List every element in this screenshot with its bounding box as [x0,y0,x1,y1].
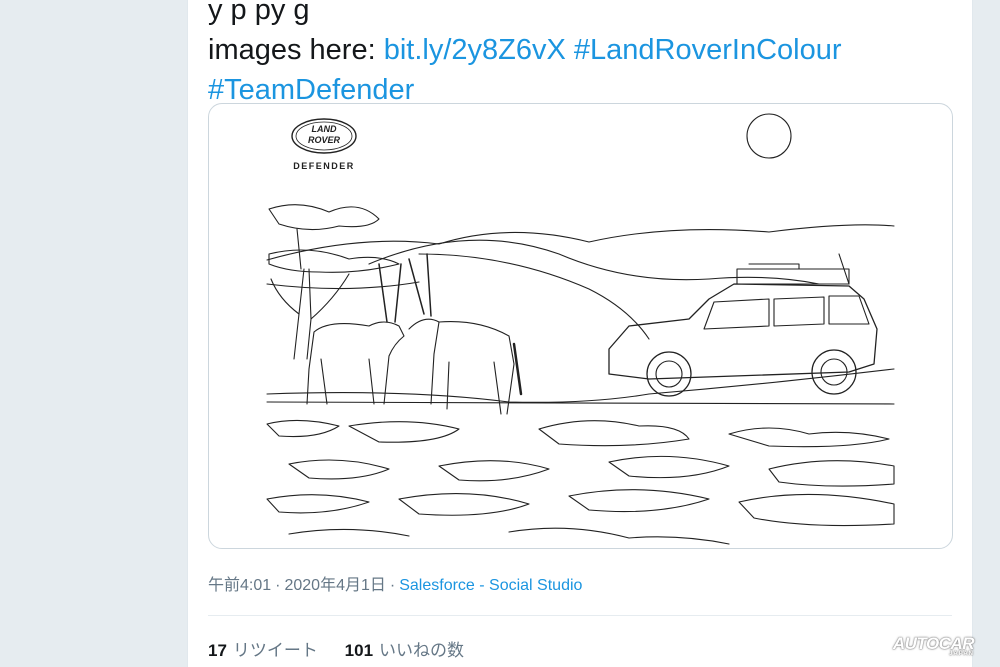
tweet-time[interactable]: 午前4:01 [208,577,271,594]
tweet-text: y p py g images here: bit.ly/2y8Z6vX #La… [208,0,948,110]
coloring-page-illustration: LAND ROVER DEFENDER [266,113,895,545]
tweet-card: y p py g images here: bit.ly/2y8Z6vX #La… [187,0,973,667]
logo-text-top: LAND [312,124,337,134]
likes-label: いいねの数 [379,641,465,660]
retweets-count: 17 [208,641,227,660]
tweet-stats: 17 リツイート 101 いいねの数 [208,636,486,661]
autocar-watermark: AUTOCAR JAPAN [893,634,975,657]
rock-patches [266,419,895,545]
tweet-text-line-cut: y p py g [208,0,310,26]
likes-stat[interactable]: 101 いいねの数 [345,636,464,661]
oryx-right [408,253,523,415]
tweet-text-line-2: images here: bit.ly/2y8Z6vX #LandRoverIn… [208,30,948,70]
tweet-media-image[interactable]: LAND ROVER DEFENDER [208,103,953,549]
meta-separator-2: · [389,577,396,594]
meta-separator-1: · [275,577,281,594]
tweet-date[interactable]: 2020年4月1日 [284,577,385,594]
logo-text-bottom: ROVER [308,135,341,145]
oryx-left [306,263,405,405]
hashtag-teamdefender[interactable]: #TeamDefender [208,74,414,106]
tweet-link[interactable]: bit.ly/2y8Z6vX [384,34,566,66]
tweet-meta: 午前4:01 · 2020年4月1日 · Salesforce - Social Stu… [208,571,582,595]
defender-wordmark: DEFENDER [293,161,355,171]
divider [208,615,952,616]
acacia-tree [268,204,400,360]
hashtag-landroverincolour[interactable]: #LandRoverInColour [574,34,842,66]
hills-far [266,224,895,261]
sun-outline [746,113,792,159]
retweets-label: リツイート [232,641,318,660]
land-rover-defender-drawing [608,253,878,397]
tweet-source[interactable]: Salesforce - Social Studio [399,577,582,594]
retweets-stat[interactable]: 17 リツイート [208,636,318,661]
likes-count: 101 [344,641,374,660]
tweet-text-prefix: images here: [208,34,384,66]
